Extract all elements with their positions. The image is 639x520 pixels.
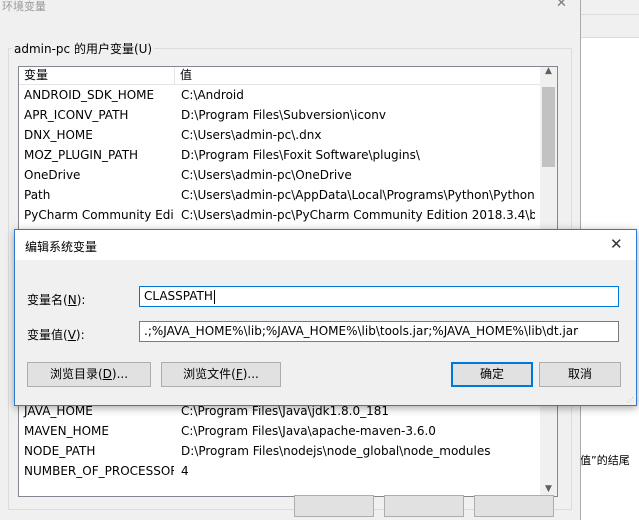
close-icon[interactable]: ✕ bbox=[610, 235, 623, 253]
user-vars-scrollbar[interactable]: ▲ bbox=[540, 67, 557, 229]
variable-name-cell: NODE_PATH bbox=[24, 444, 96, 458]
variable-name-cell: OneDrive bbox=[24, 168, 81, 182]
variable-name-cell: PyCharm Community Editi... bbox=[24, 208, 174, 222]
variable-value-cell: C:\Program Files\Java\apache-maven-3.6.0 bbox=[181, 424, 436, 438]
table-row[interactable]: PyCharm Community Editi... C:\Users\admin… bbox=[19, 205, 557, 225]
variable-value-cell: D:\Program Files\Foxit Software\plugins\ bbox=[181, 148, 420, 162]
background-toolbar bbox=[580, 15, 639, 38]
user-vars-group-label: admin-pc 的用户变量(U) bbox=[12, 40, 155, 57]
column-header-name[interactable]: 变量 bbox=[19, 67, 175, 84]
background-text: 值”的结尾 bbox=[580, 454, 630, 467]
user-vars-list[interactable]: 变量 值 ANDROID_SDK_HOME C:\Android APR_ICONV… bbox=[18, 66, 558, 230]
variable-value-cell: C:\Users\admin-pc\AppData\Local\Programs… bbox=[181, 188, 535, 202]
dialog-titlebar: 编辑系统变量 ✕ bbox=[15, 230, 636, 260]
window-title: 环境变量 bbox=[2, 0, 46, 13]
table-row[interactable]: ANDROID_SDK_HOME C:\Android bbox=[19, 85, 557, 105]
bottom-button-1[interactable] bbox=[294, 495, 374, 517]
dialog-title: 编辑系统变量 bbox=[25, 240, 98, 254]
variable-name-cell: NUMBER_OF_PROCESSORS bbox=[24, 464, 175, 478]
scroll-up-icon[interactable]: ▲ bbox=[540, 67, 557, 76]
table-row[interactable]: MAVEN_HOME C:\Program Files\Java\apache-m… bbox=[19, 421, 557, 441]
variable-value-input[interactable]: .;%JAVA_HOME%\lib;%JAVA_HOME%\lib\tools.… bbox=[139, 321, 619, 342]
variable-value-cell: D:\Program Files\Subversion\iconv bbox=[181, 108, 386, 122]
scrollbar-thumb[interactable] bbox=[542, 87, 555, 167]
browse-file-button[interactable]: 浏览文件(F)... bbox=[161, 362, 281, 387]
variable-value-cell: 4 bbox=[181, 464, 189, 478]
variable-value-cell: C:\Users\admin-pc\PyCharm Community Edit… bbox=[181, 208, 535, 222]
system-vars-scrollbar[interactable]: ▼ bbox=[540, 391, 557, 496]
table-row[interactable]: MOZ_PLUGIN_PATH D:\Program Files\Foxit So… bbox=[19, 145, 557, 165]
variable-name-cell: MAVEN_HOME bbox=[24, 424, 109, 438]
table-row[interactable]: OneDrive C:\Users\admin-pc\OneDrive bbox=[19, 165, 557, 185]
variable-name-cell: APR_ICONV_PATH bbox=[24, 108, 129, 122]
system-vars-list[interactable]: ComSpecC:\WINDOWS\system32\cmd.exeJAVA_H… bbox=[18, 390, 558, 497]
list-header: 变量 值 bbox=[19, 67, 557, 85]
scroll-down-icon[interactable]: ▼ bbox=[540, 484, 557, 494]
variable-value-label: 变量值(V): bbox=[27, 328, 85, 342]
background-tabstrip bbox=[580, 0, 639, 15]
bottom-button-3[interactable] bbox=[474, 495, 554, 517]
table-row[interactable]: APR_ICONV_PATH D:\Program Files\Subversio… bbox=[19, 105, 557, 125]
ok-button[interactable]: 确定 bbox=[451, 362, 533, 387]
edit-system-variable-dialog: 编辑系统变量 ✕ 变量名(N): CLASSPATH 变量值(V): .;%JA… bbox=[14, 229, 637, 406]
variable-name-label: 变量名(N): bbox=[27, 293, 86, 307]
table-row[interactable]: NODE_PATH D:\Program Files\nodejs\node_gl… bbox=[19, 441, 557, 461]
variable-name-cell: Path bbox=[24, 188, 51, 202]
table-row[interactable]: DNX_HOME C:\Users\admin-pc\.dnx bbox=[19, 125, 557, 145]
variable-name-cell: ANDROID_SDK_HOME bbox=[24, 88, 155, 102]
variable-name-cell: DNX_HOME bbox=[24, 128, 93, 142]
bottom-button-2[interactable] bbox=[384, 495, 464, 517]
table-row[interactable]: Path C:\Users\admin-pc\AppData\Local\Prog… bbox=[19, 185, 557, 205]
variable-value-cell: D:\Program Files\nodejs\node_global\node… bbox=[181, 444, 491, 458]
variable-value-cell: C:\Android bbox=[181, 88, 244, 102]
resize-grip-icon[interactable]: ⋰ bbox=[627, 396, 635, 404]
variable-value-cell: C:\Users\admin-pc\.dnx bbox=[181, 128, 322, 142]
column-header-value[interactable]: 值 bbox=[175, 67, 535, 84]
variable-name-cell: MOZ_PLUGIN_PATH bbox=[24, 148, 139, 162]
variable-value-cell: C:\Users\admin-pc\OneDrive bbox=[181, 168, 352, 182]
variable-name-input[interactable]: CLASSPATH bbox=[139, 286, 619, 307]
table-row[interactable]: NUMBER_OF_PROCESSORS 4 bbox=[19, 461, 557, 481]
text-caret bbox=[213, 289, 215, 304]
cancel-button[interactable]: 取消 bbox=[539, 362, 621, 387]
close-icon[interactable]: ✕ bbox=[556, 0, 567, 11]
browse-directory-button[interactable]: 浏览目录(D)... bbox=[27, 362, 151, 387]
